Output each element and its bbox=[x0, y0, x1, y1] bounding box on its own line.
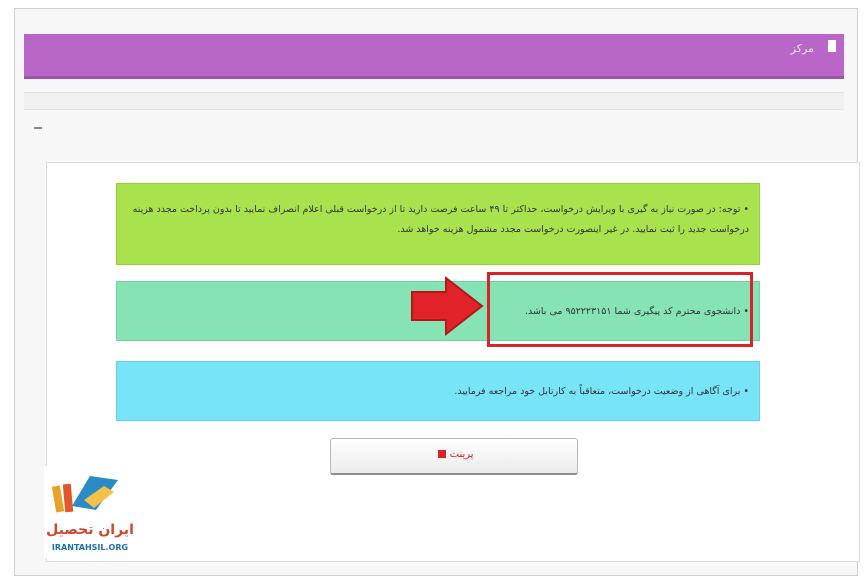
watermark-logo: ایران تحصیل IRANTAHSIL.ORG bbox=[44, 466, 136, 558]
divider-strip bbox=[24, 92, 844, 110]
header-bar: مرکز bbox=[24, 34, 844, 79]
watermark-name: ایران تحصیل bbox=[46, 522, 134, 538]
highlight-box bbox=[487, 272, 753, 347]
notice-status-text: • برای آگاهی از وضعیت درخواست، متعاقباً … bbox=[454, 386, 749, 397]
collapse-icon[interactable] bbox=[34, 127, 42, 129]
print-button[interactable]: پرینت bbox=[330, 438, 578, 475]
notice-status: • برای آگاهی از وضعیت درخواست، متعاقباً … bbox=[116, 361, 760, 421]
watermark-url: IRANTAHSIL.ORG bbox=[52, 543, 128, 552]
bookmark-icon bbox=[828, 40, 836, 52]
print-button-label: پرینت bbox=[449, 449, 474, 460]
notice-warning-text: • توجه: در صورت نیاز به گیری با ویرایش د… bbox=[132, 204, 749, 235]
printer-icon bbox=[438, 450, 447, 458]
red-arrow-icon bbox=[411, 275, 484, 337]
notice-warning: • توجه: در صورت نیاز به گیری با ویرایش د… bbox=[116, 183, 760, 265]
header-title: مرکز bbox=[790, 42, 814, 55]
